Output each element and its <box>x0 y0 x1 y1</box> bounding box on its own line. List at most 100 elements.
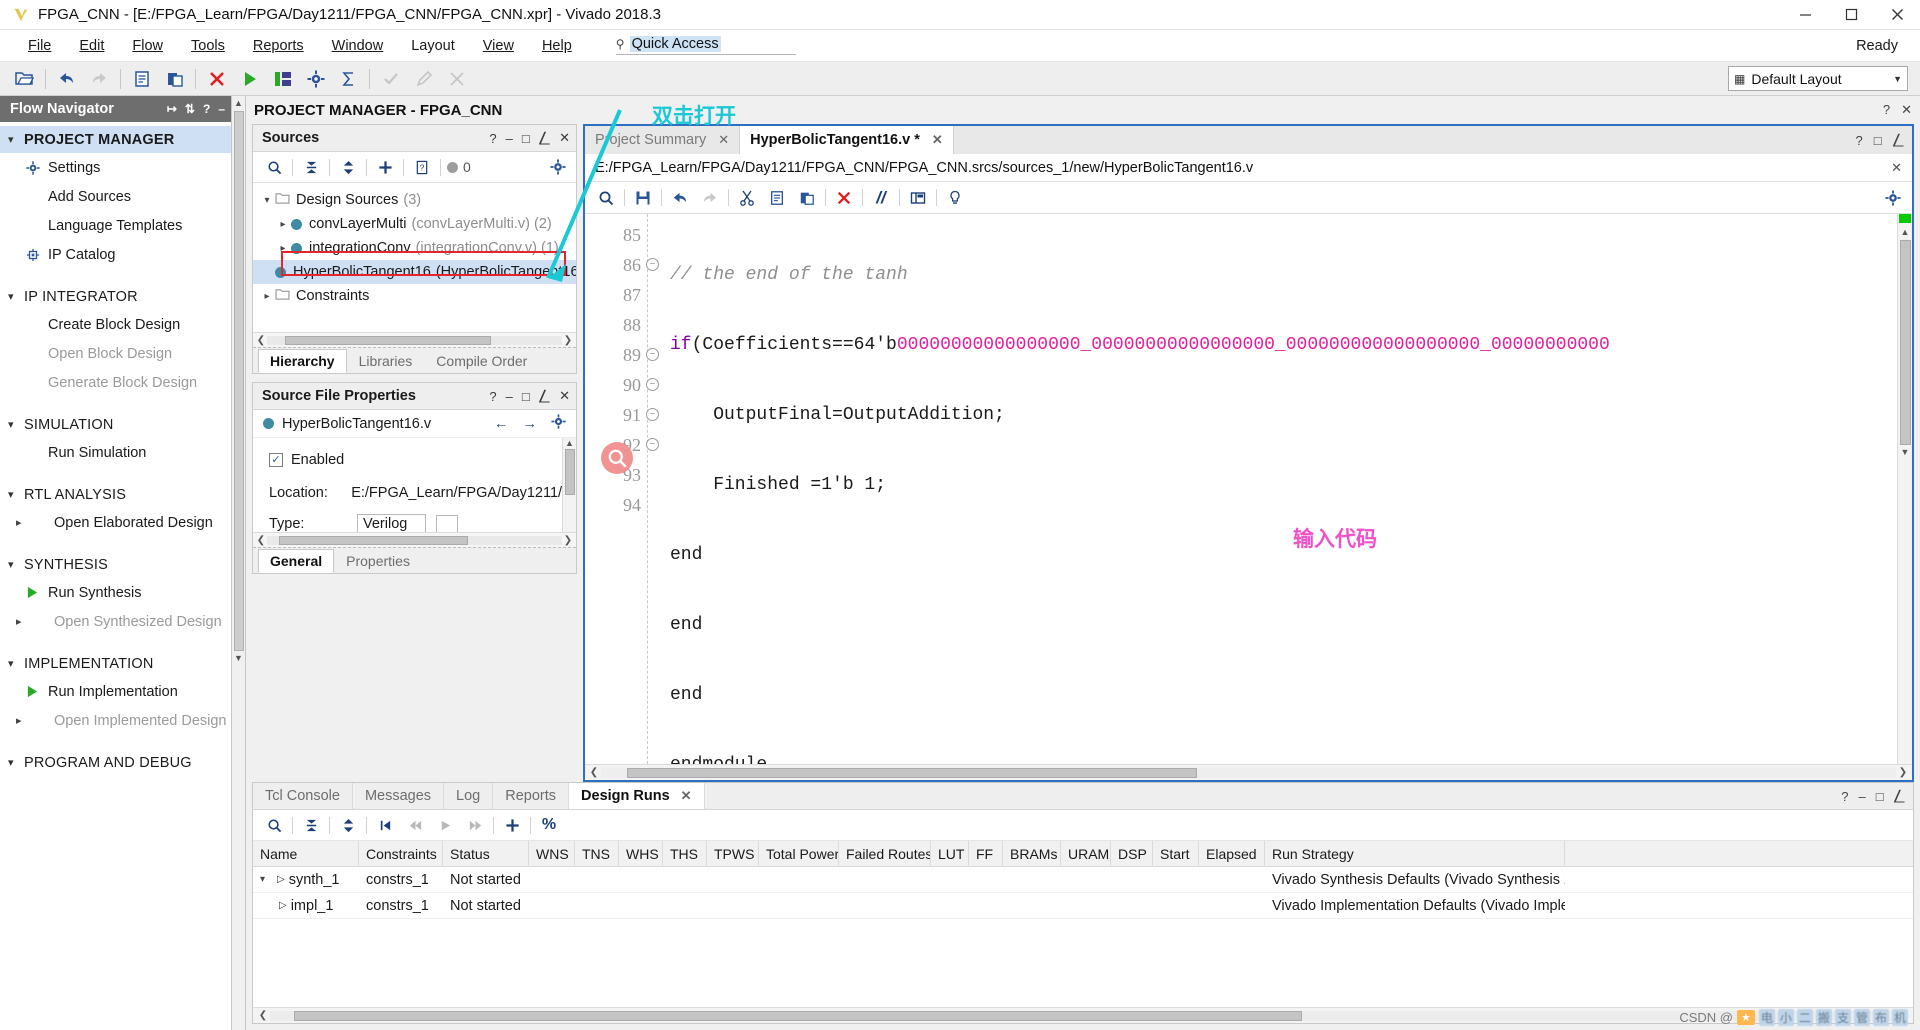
editor-body[interactable]: 85 86− 87 88 89− 90− 91− 92− 93 94 // th… <box>585 214 1912 764</box>
column-header-run-strategy[interactable]: Run Strategy <box>1265 840 1565 867</box>
menu-file[interactable]: File <box>14 34 65 58</box>
tab-compile-order[interactable]: Compile Order <box>424 349 539 373</box>
maximize-icon[interactable]: □ <box>1874 133 1882 148</box>
scroll-thumb[interactable] <box>294 1010 1303 1021</box>
scroll-thumb[interactable] <box>1899 240 1911 445</box>
float-icon[interactable]: ⎳ <box>1893 132 1904 148</box>
editor-delete-button[interactable] <box>829 185 859 211</box>
editor-copy-button[interactable] <box>762 185 792 211</box>
tab-tcl-console[interactable]: Tcl Console <box>253 783 353 809</box>
editor-hint-button[interactable] <box>940 185 970 211</box>
run-button[interactable] <box>233 64 266 94</box>
minimize-icon[interactable]: – <box>506 131 513 146</box>
quick-access-box[interactable]: ⚲ Quick Access <box>615 36 796 55</box>
fold-toggle-icon[interactable]: − <box>646 348 659 361</box>
tree-node-design-sources[interactable]: ▾ Design Sources (3) <box>253 188 576 212</box>
help-icon[interactable]: ? <box>489 389 496 404</box>
tab-log[interactable]: Log <box>444 783 494 809</box>
chevron-down-icon[interactable]: ▾ <box>260 867 273 893</box>
menu-reports[interactable]: Reports <box>239 34 318 58</box>
properties-vscrollbar[interactable]: ▲ <box>562 438 576 532</box>
sidebar-group-synthesis[interactable]: ▾ SYNTHESIS <box>0 551 231 578</box>
open-folder-button[interactable] <box>8 64 41 94</box>
close-icon[interactable]: ✕ <box>1891 160 1912 176</box>
tab-project-summary[interactable]: Project Summary ✕ <box>585 126 741 154</box>
scroll-up-icon[interactable]: ▲ <box>234 96 243 110</box>
column-header-ff[interactable]: FF <box>969 840 1003 867</box>
chevron-down-icon[interactable]: ▾ <box>259 195 275 206</box>
sidebar-item-ip-catalog[interactable]: IP Catalog <box>0 240 231 269</box>
redo-button[interactable] <box>83 64 116 94</box>
column-header-elapsed[interactable]: Elapsed <box>1199 840 1265 867</box>
tab-general[interactable]: General <box>258 549 335 573</box>
sidebar-item-open-implemented-design[interactable]: ▸ Open Implemented Design <box>0 706 231 735</box>
maximize-icon[interactable]: □ <box>522 131 530 146</box>
cell-name[interactable]: ▾ ▷ synth_1 <box>253 867 359 893</box>
fold-toggle-icon[interactable]: − <box>646 258 659 271</box>
editor-indent-button[interactable] <box>903 185 933 211</box>
column-header-start[interactable]: Start <box>1153 840 1199 867</box>
runs-percent-button[interactable]: % <box>534 812 564 838</box>
column-header-lut[interactable]: LUT <box>931 840 969 867</box>
scroll-left-icon[interactable]: ❮ <box>255 535 267 546</box>
editor-vscrollbar[interactable]: ▲ ▼ <box>1897 214 1912 764</box>
editor-save-button[interactable] <box>628 185 658 211</box>
column-header-ths[interactable]: THS <box>663 840 707 867</box>
runs-expand-all-button[interactable] <box>333 812 363 838</box>
column-header-tns[interactable]: TNS <box>575 840 619 867</box>
sources-settings-button[interactable] <box>546 154 576 180</box>
close-icon[interactable]: ✕ <box>559 388 570 404</box>
sources-hscrollbar[interactable]: ❮ ❯ <box>253 332 576 347</box>
table-row[interactable]: ▾ ▷ synth_1 constrs_1 Not started Vivado… <box>253 867 1913 893</box>
settings-button[interactable] <box>299 64 332 94</box>
tree-node-integrationconv[interactable]: ▸ integrationConv (integrationConv.v) (1… <box>253 236 576 260</box>
minimize-panel-icon[interactable]: – <box>218 102 225 116</box>
sidebar-item-run-implementation[interactable]: Run Implementation <box>0 677 231 706</box>
scroll-up-icon[interactable]: ▲ <box>565 438 574 448</box>
close-icon[interactable]: ✕ <box>718 132 729 148</box>
scroll-thumb[interactable] <box>564 449 575 495</box>
undo-button[interactable] <box>50 64 83 94</box>
sidebar-item-open-synthesized-design[interactable]: ▸ Open Synthesized Design <box>0 607 231 636</box>
float-icon[interactable]: ⎳ <box>1894 788 1905 804</box>
menu-view[interactable]: View <box>469 34 528 58</box>
scroll-track[interactable] <box>270 1010 1896 1021</box>
editor-paste-button[interactable] <box>792 185 822 211</box>
editor-undo-button[interactable] <box>665 185 695 211</box>
sidebar-item-create-block-design[interactable]: Create Block Design <box>0 310 231 339</box>
add-sources-button[interactable] <box>370 154 400 180</box>
minimize-icon[interactable]: – <box>1859 789 1866 804</box>
tree-node-hyperbolictangent16[interactable]: HyperBolicTangent16 (HyperBolicTangent16… <box>253 260 576 284</box>
sidebar-group-project-manager[interactable]: ▾ PROJECT MANAGER <box>0 126 231 153</box>
cell-name[interactable]: ▷ impl_1 <box>253 893 359 919</box>
sidebar-group-implementation[interactable]: ▾ IMPLEMENTATION <box>0 650 231 677</box>
editor-hscrollbar[interactable]: ❮ ❯ <box>585 764 1912 780</box>
table-row[interactable]: ▷ impl_1 constrs_1 Not started Vivado Im… <box>253 893 1913 919</box>
runs-search-button[interactable] <box>259 812 289 838</box>
sum-button[interactable] <box>332 64 365 94</box>
delete-button[interactable] <box>200 64 233 94</box>
column-header-failed-routes[interactable]: Failed Routes <box>839 840 931 867</box>
help-icon[interactable]: ? <box>1883 102 1890 118</box>
expand-all-icon[interactable]: ⇅ <box>185 102 195 116</box>
menu-edit[interactable]: Edit <box>65 34 118 58</box>
scroll-track[interactable] <box>267 335 562 345</box>
scroll-track[interactable] <box>601 767 1896 778</box>
scroll-right-icon[interactable]: ❯ <box>562 535 574 546</box>
runs-next-button[interactable] <box>460 812 490 838</box>
close-button[interactable] <box>1874 0 1920 30</box>
menu-layout[interactable]: Layout <box>397 34 469 58</box>
menu-help[interactable]: Help <box>528 34 586 58</box>
sidebar-item-generate-block-design[interactable]: Generate Block Design <box>0 368 231 397</box>
pencil-button[interactable] <box>407 64 440 94</box>
scroll-right-icon[interactable]: ❯ <box>1896 767 1910 778</box>
sidebar-item-language-templates[interactable]: Language Templates <box>0 211 231 240</box>
help-icon[interactable]: ? <box>203 102 210 116</box>
report-button[interactable]: ? <box>407 154 437 180</box>
minimize-button[interactable] <box>1782 0 1828 30</box>
sidebar-group-rtl-analysis[interactable]: ▾ RTL ANALYSIS <box>0 481 231 508</box>
editor-comment-button[interactable]: // <box>866 185 896 211</box>
scroll-right-icon[interactable]: ❯ <box>562 335 574 346</box>
help-icon[interactable]: ? <box>1841 789 1848 804</box>
scroll-left-icon[interactable]: ❮ <box>255 335 267 346</box>
